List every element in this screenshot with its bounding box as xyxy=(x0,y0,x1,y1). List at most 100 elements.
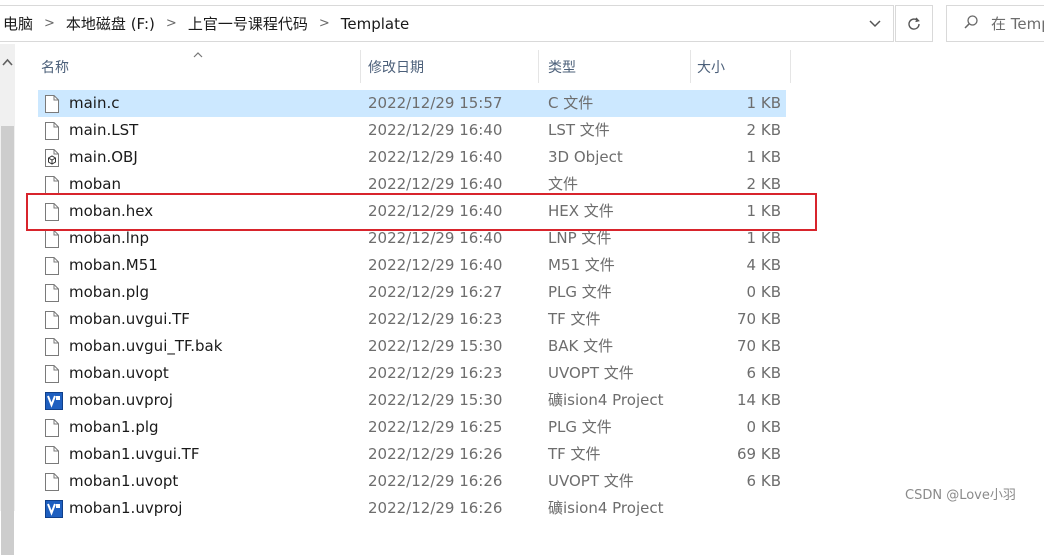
file-size: 70 KB xyxy=(737,337,781,355)
chevron-right-icon[interactable]: > xyxy=(311,16,338,31)
file-size: 0 KB xyxy=(746,283,781,301)
file-row[interactable]: main.c 2022/12/29 15:57 C 文件 1 KB xyxy=(38,90,786,117)
file-size: 70 KB xyxy=(737,310,781,328)
file-name[interactable]: main.LST xyxy=(69,117,138,144)
column-divider[interactable] xyxy=(690,50,691,83)
file-name[interactable]: moban1.uvopt xyxy=(69,468,178,495)
file-row[interactable]: moban.uvopt 2022/12/29 16:23 UVOPT 文件 6 KB xyxy=(38,360,798,387)
refresh-icon xyxy=(908,17,920,30)
file-type: 礦ision4 Project xyxy=(548,391,664,409)
address-bar[interactable]: 电脑 > 本地磁盘 (F:) > 上官一号课程代码 > Template xyxy=(0,5,894,42)
file-type: M51 文件 xyxy=(548,256,615,274)
file-type: 礦ision4 Project xyxy=(548,499,664,517)
file-date-modified: 2022/12/29 16:26 xyxy=(368,499,503,517)
file-icon xyxy=(45,414,63,441)
file-date-modified: 2022/12/29 16:40 xyxy=(368,148,503,166)
breadcrumb-this-pc[interactable]: 电脑 xyxy=(0,13,36,34)
file-date-modified: 2022/12/29 16:23 xyxy=(368,364,503,382)
scroll-up-icon[interactable] xyxy=(1,54,14,67)
file-size: 4 KB xyxy=(746,256,781,274)
file-name[interactable]: moban1.uvgui.TF xyxy=(69,441,199,468)
refresh-button[interactable] xyxy=(895,5,933,42)
file-date-modified: 2022/12/29 16:25 xyxy=(368,418,503,436)
file-icon xyxy=(45,468,63,495)
column-divider[interactable] xyxy=(538,50,539,83)
file-name[interactable]: moban1.plg xyxy=(69,414,159,441)
file-name[interactable]: moban.M51 xyxy=(69,252,158,279)
file-row[interactable]: moban.uvgui_TF.bak 2022/12/29 15:30 BAK 文件… xyxy=(38,333,798,360)
file-name[interactable]: main.c xyxy=(69,90,120,117)
file-icon xyxy=(45,306,63,333)
file-date-modified: 2022/12/29 16:27 xyxy=(368,283,503,301)
file-name[interactable]: moban.uvgui.TF xyxy=(69,306,190,333)
file-type: TF 文件 xyxy=(548,310,601,328)
file-name[interactable]: moban.uvproj xyxy=(69,387,173,414)
file-name[interactable]: moban.plg xyxy=(69,279,149,306)
scrollbar-thumb[interactable] xyxy=(1,126,14,555)
file-icon xyxy=(45,279,63,306)
file-row[interactable]: moban.uvproj 2022/12/29 15:30 礦ision4 Proj… xyxy=(38,387,798,414)
file-date-modified: 2022/12/29 16:40 xyxy=(368,121,503,139)
file-size: 2 KB xyxy=(746,121,781,139)
file-icon xyxy=(45,333,63,360)
column-header-date[interactable]: 修改日期 xyxy=(368,50,424,83)
file-icon xyxy=(45,90,63,117)
file-type: PLG 文件 xyxy=(548,283,612,301)
column-divider[interactable] xyxy=(790,50,791,83)
file-row[interactable]: moban.uvgui.TF 2022/12/29 16:23 TF 文件 70 KB xyxy=(38,306,798,333)
file-size: 1 KB xyxy=(746,94,781,112)
file-icon xyxy=(45,441,63,468)
file-date-modified: 2022/12/29 16:40 xyxy=(368,256,503,274)
watermark: CSDN @Love小羽 xyxy=(905,488,1016,503)
file-row[interactable]: main.LST 2022/12/29 16:40 LST 文件 2 KB xyxy=(38,117,798,144)
file-name[interactable]: moban.uvopt xyxy=(69,360,169,387)
file-size: 1 KB xyxy=(746,148,781,166)
file-date-modified: 2022/12/29 16:26 xyxy=(368,445,503,463)
column-divider[interactable] xyxy=(360,50,361,83)
column-header-name[interactable]: 名称 xyxy=(41,50,69,83)
file-type: PLG 文件 xyxy=(548,418,612,436)
file-icon xyxy=(45,117,63,144)
search-icon xyxy=(963,14,979,34)
column-header-size[interactable]: 大小 xyxy=(697,50,725,83)
file-row[interactable]: moban1.uvopt 2022/12/29 16:26 UVOPT 文件 6 KB xyxy=(38,468,798,495)
file-type: TF 文件 xyxy=(548,445,601,463)
file-name[interactable]: main.OBJ xyxy=(69,144,138,171)
uvision-icon xyxy=(45,387,63,414)
file-date-modified: 2022/12/29 16:23 xyxy=(368,310,503,328)
column-header-row: 名称 修改日期 类型 大小 xyxy=(30,50,791,83)
column-header-type[interactable]: 类型 xyxy=(548,50,576,83)
file-name[interactable]: moban.uvgui_TF.bak xyxy=(69,333,222,360)
breadcrumb-course-folder[interactable]: 上官一号课程代码 xyxy=(185,13,311,34)
file-row[interactable]: main.OBJ 2022/12/29 16:40 3D Object 1 KB xyxy=(38,144,798,171)
file-icon xyxy=(45,360,63,387)
chevron-right-icon[interactable]: > xyxy=(36,16,63,31)
file-date-modified: 2022/12/29 15:30 xyxy=(368,337,503,355)
file-row[interactable]: moban.M51 2022/12/29 16:40 M51 文件 4 KB xyxy=(38,252,798,279)
annotation-highlight-box xyxy=(26,193,817,231)
chevron-right-icon[interactable]: > xyxy=(158,16,185,31)
search-box[interactable]: 在 Temp xyxy=(946,5,1044,42)
chevron-down-icon[interactable] xyxy=(865,14,885,34)
search-placeholder: 在 Temp xyxy=(991,15,1044,33)
3d-object-icon xyxy=(45,144,63,171)
file-type: LST 文件 xyxy=(548,121,610,139)
vertical-scrollbar[interactable] xyxy=(0,44,15,555)
file-size: 0 KB xyxy=(746,418,781,436)
file-row[interactable]: moban1.uvgui.TF 2022/12/29 16:26 TF 文件 69 K… xyxy=(38,441,798,468)
file-icon xyxy=(45,252,63,279)
file-row[interactable]: moban1.uvproj 2022/12/29 16:26 礦ision4 Pro… xyxy=(38,495,798,522)
file-type: UVOPT 文件 xyxy=(548,364,634,382)
file-date-modified: 2022/12/29 16:26 xyxy=(368,472,503,490)
file-list: main.c 2022/12/29 15:57 C 文件 1 KB main.LST 20… xyxy=(38,90,798,522)
file-row[interactable]: moban.plg 2022/12/29 16:27 PLG 文件 0 KB xyxy=(38,279,798,306)
breadcrumb-drive[interactable]: 本地磁盘 (F:) xyxy=(63,13,158,34)
file-type: BAK 文件 xyxy=(548,337,614,355)
file-name[interactable]: moban1.uvproj xyxy=(69,495,182,522)
breadcrumb-template[interactable]: Template xyxy=(338,15,412,33)
file-row[interactable]: moban1.plg 2022/12/29 16:25 PLG 文件 0 KB xyxy=(38,414,798,441)
uvision-icon xyxy=(45,495,63,522)
file-size: 69 KB xyxy=(737,445,781,463)
sort-ascending-icon xyxy=(193,46,203,62)
file-size: 14 KB xyxy=(737,391,781,409)
